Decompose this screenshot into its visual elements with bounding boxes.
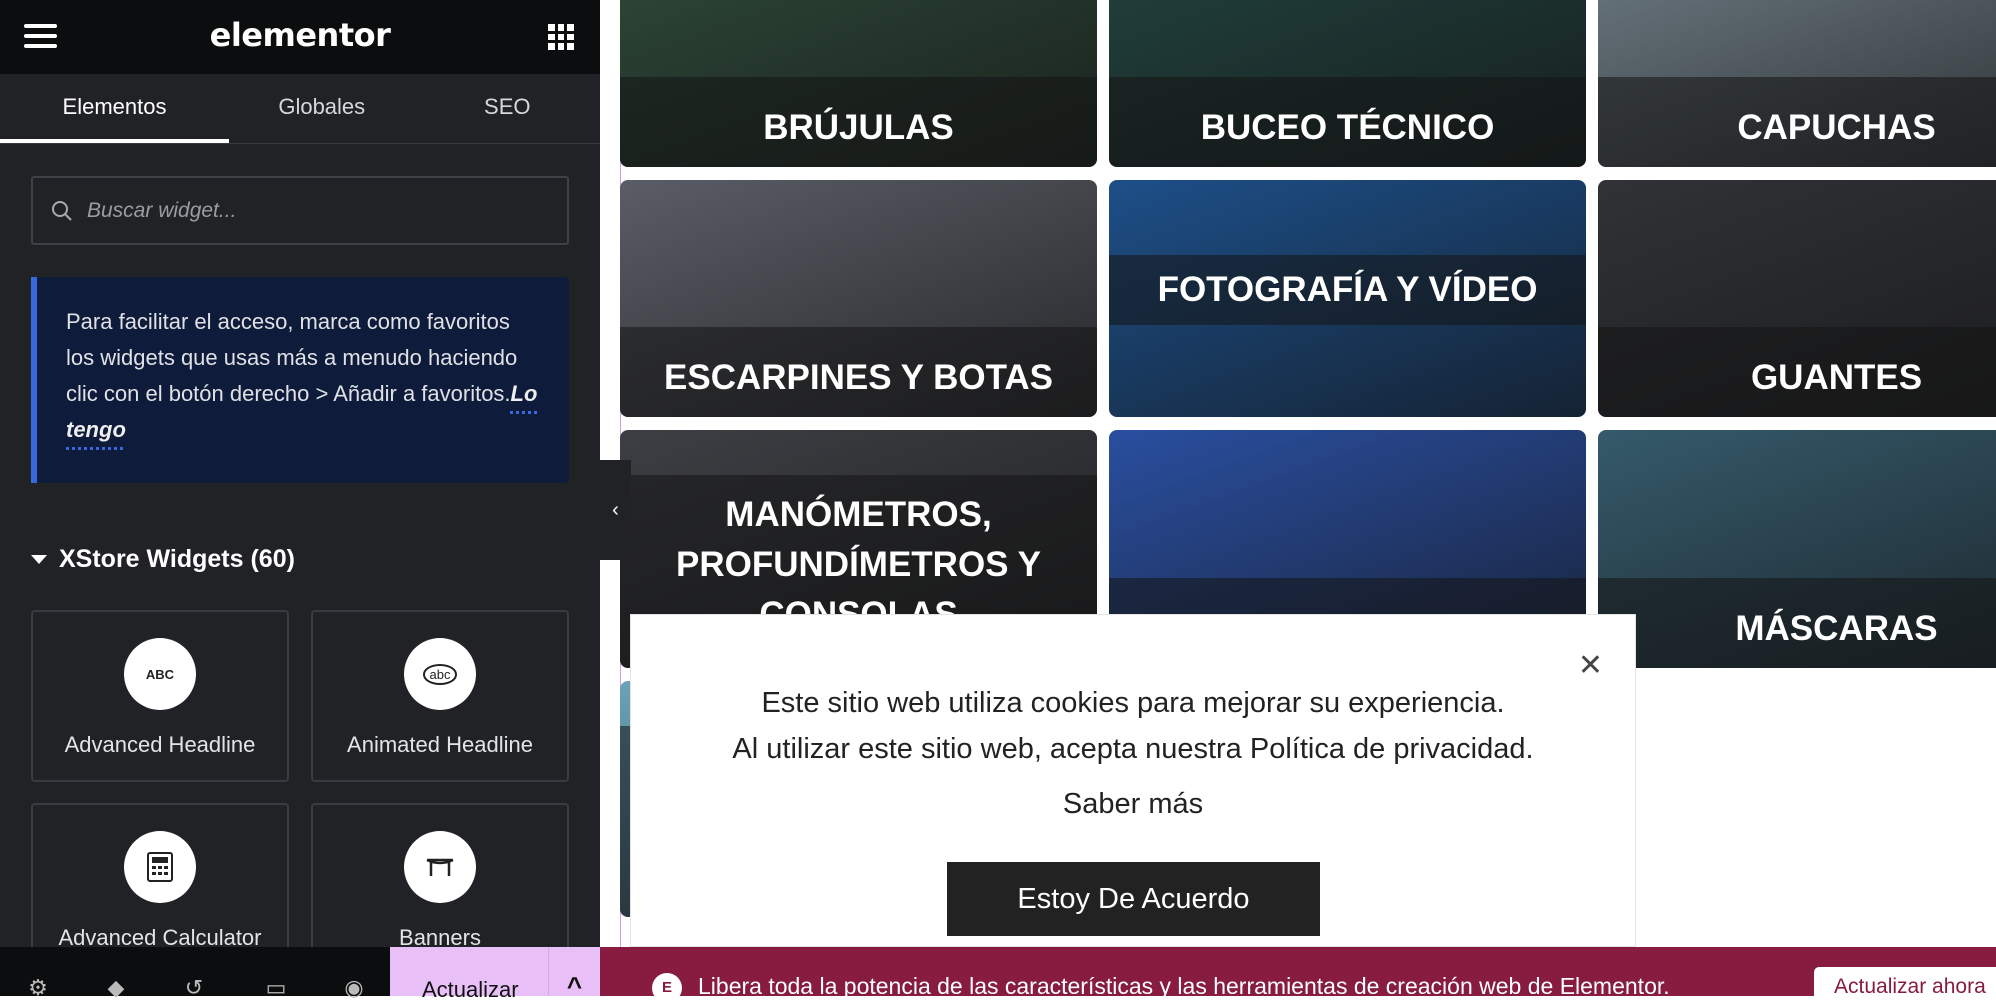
update-button[interactable]: Actualizar — [390, 947, 548, 1002]
tab-elementos[interactable]: Elementos — [0, 74, 229, 143]
layers-icon[interactable]: ◆ — [102, 975, 130, 1000]
widget-label: Advanced Headline — [64, 732, 256, 757]
category-tile[interactable]: MÁSCARAS — [1598, 430, 1996, 668]
widget-advanced-headline[interactable]: ABC Advanced Headline — [31, 610, 289, 782]
widget-advanced-calculator[interactable]: Advanced Calculator — [31, 803, 289, 963]
upgrade-banner: E Libera toda la potencia de las caracte… — [600, 947, 1996, 1007]
apps-grid-icon[interactable] — [548, 24, 574, 50]
banner-icon — [404, 831, 476, 903]
widget-animated-headline[interactable]: abc Animated Headline — [311, 610, 569, 782]
category-tile[interactable]: FOTOGRAFÍA Y VÍDEO — [1109, 180, 1586, 417]
category-tile[interactable]: BRÚJULAS — [620, 0, 1097, 167]
preview-icon[interactable]: ◉ — [340, 975, 368, 1000]
widget-label: Animated Headline — [347, 732, 533, 757]
upgrade-now-button[interactable]: Actualizar ahora — [1814, 967, 1996, 1007]
cookie-banner: ✕ Este sitio web utiliza cookies para me… — [630, 614, 1636, 947]
category-tile[interactable]: GUANTES — [1598, 180, 1996, 417]
accept-cookies-button[interactable]: Estoy De Acuerdo — [947, 862, 1320, 936]
abc-icon: ABC — [124, 638, 196, 710]
responsive-icon[interactable]: ▭ — [262, 975, 290, 1000]
settings-icon[interactable]: ⚙ — [24, 975, 52, 1000]
tile-title: BRÚJULAS — [763, 108, 954, 147]
chevron-up-icon[interactable]: ^ — [548, 947, 600, 1001]
cookie-line-2[interactable]: Al utilizar este sitio web, acepta nuest… — [631, 726, 1635, 772]
learn-more-link[interactable]: Saber más — [1063, 788, 1203, 821]
tab-globales[interactable]: Globales — [229, 74, 415, 143]
abc-oval: abc — [422, 663, 458, 685]
search-box — [31, 176, 569, 245]
history-icon[interactable]: ↺ — [180, 975, 208, 1000]
favorites-notice: Para facilitar el acceso, marca como fav… — [31, 277, 569, 483]
panel-header: elementor — [0, 0, 600, 74]
category-tile[interactable]: ESCARPINES Y BOTAS — [620, 180, 1097, 417]
cookie-line-1: Este sitio web utiliza cookies para mejo… — [761, 687, 1505, 719]
elementor-logo: elementor — [209, 16, 391, 54]
elementor-panel: elementor Elementos Globales SEO Para fa… — [0, 0, 600, 1002]
animated-abc-icon: abc — [404, 638, 476, 710]
tile-title: GUANTES — [1750, 358, 1923, 397]
tile-title: ESCARPINES Y BOTAS — [664, 358, 1053, 397]
panel-tabs: Elementos Globales SEO — [0, 74, 600, 144]
caret-down-icon — [31, 555, 47, 564]
category-tile[interactable]: BUCEO TÉCNICO — [1109, 0, 1586, 167]
tile-title: CAPUCHAS — [1737, 108, 1936, 147]
collapse-panel-button[interactable]: ‹ — [600, 460, 631, 560]
category-xstore-widgets[interactable]: XStore Widgets (60) — [31, 545, 295, 574]
tile-title: BUCEO TÉCNICO — [1200, 108, 1495, 147]
tab-seo[interactable]: SEO — [415, 74, 601, 143]
calculator-icon — [124, 831, 196, 903]
category-tile[interactable]: CAPUCHAS — [1598, 0, 1996, 167]
tile-title: MÁSCARAS — [1735, 609, 1938, 648]
panel-footer: ⚙ ◆ ↺ ▭ ◉ Actualizar ^ — [0, 947, 600, 1002]
category-title: XStore Widgets (60) — [59, 545, 295, 573]
close-icon[interactable]: ✕ — [1578, 651, 1603, 681]
search-icon — [52, 200, 72, 221]
tile-title: FOTOGRAFÍA Y VÍDEO — [1157, 270, 1538, 309]
cookie-text: Este sitio web utiliza cookies para mejo… — [631, 680, 1635, 772]
search-input[interactable] — [87, 198, 527, 223]
widget-banners[interactable]: Banners — [311, 803, 569, 963]
notice-text: Para facilitar el acceso, marca como fav… — [66, 309, 518, 406]
elementor-icon: E — [652, 973, 682, 1003]
